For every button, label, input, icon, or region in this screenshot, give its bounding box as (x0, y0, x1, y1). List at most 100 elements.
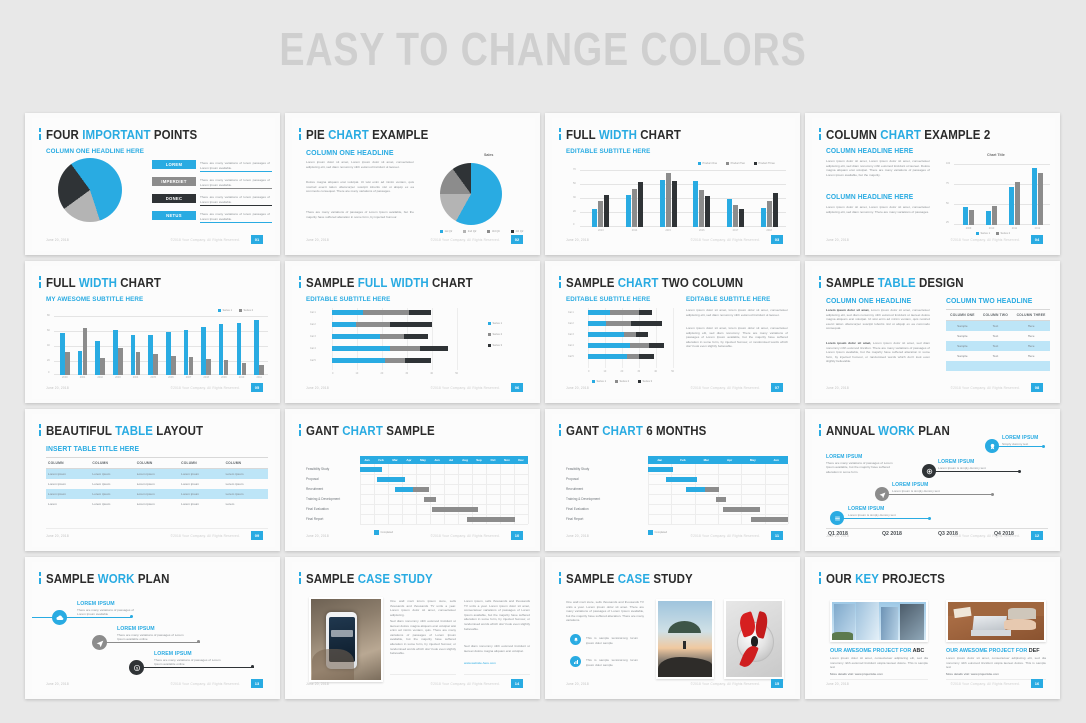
gantt-month: May (741, 456, 765, 464)
column-headline-one: COLUMN HEADLINE HERE (826, 148, 914, 155)
slide-title: FULL WIDTH CHART (46, 276, 161, 290)
page-number-badge: 10 (511, 531, 523, 540)
table-row: Sample Text Here (957, 354, 1035, 358)
body-paragraph: One wall mart lorum ipsum store, sells t… (390, 599, 456, 617)
step-text: There are many variations of passages of… (154, 658, 221, 667)
step-text: There are many variations of passages of… (117, 633, 184, 642)
slide-thumbnail-04[interactable]: COLUMN CHART EXAMPLE 2 COLUMN HEADLINE H… (805, 113, 1060, 255)
slide-thumbnail-08[interactable]: SAMPLE TABLE DESIGN COLUMN ONE HEADLINE … (805, 261, 1060, 403)
title-marker-icon (298, 424, 302, 436)
slide-subtitle: MY AWESOME SUBTITLE HERE (46, 296, 144, 303)
legend-item: 1st Qtr (440, 230, 452, 233)
gantt-month: Nov (500, 456, 514, 464)
slide-thumbnail-02[interactable]: PIE CHART EXAMPLE COLUMN ONE HEADLINE Lo… (285, 113, 540, 255)
project-link[interactable]: More details visit: www.projectsite.com (830, 672, 928, 677)
footer-copyright: ©2018 Your Company. All Rights Reserved. (690, 534, 760, 538)
milestone-text: Lorem Ipsum is simply dummy text (938, 466, 986, 470)
footer-date: June 20, 2018 (46, 238, 69, 242)
point-pill-0[interactable]: LOREM (152, 160, 196, 169)
footer-date: June 20, 2018 (46, 386, 69, 390)
milestone-icon-badge (922, 464, 936, 478)
slide-thumbnail-12[interactable]: ANNUAL WORK PLAN LOREM IPSUM There are m… (805, 409, 1060, 551)
point-pill-2[interactable]: DONEC (152, 194, 196, 203)
title-marker-icon (38, 128, 42, 140)
slide-thumbnail-01[interactable]: FOUR IMPORTANT POINTS COLUMN ONE HEADLIN… (25, 113, 280, 255)
slide-thumbnail-10[interactable]: GANT CHART SAMPLE Jan Feb Mar Apr May Ju… (285, 409, 540, 551)
body-paragraph: Lorem ipsum dolor sit amet, Lorem ipsum … (826, 308, 930, 331)
page-number-badge: 07 (771, 383, 783, 392)
gantt-chart: Jan Feb Mar Apr May Jun Feasibility Stud… (566, 456, 789, 526)
slide-thumbnail-11[interactable]: GANT CHART 6 MONTHS Jan Feb Mar Apr May … (545, 409, 800, 551)
legend-item: Product Two (726, 162, 745, 165)
footer-copyright: ©2018 Your Company. All Rights Reserved. (690, 238, 760, 242)
chart-legend: Completed (648, 530, 667, 535)
slide-title: SAMPLE WORK PLAN (46, 572, 170, 586)
table-header-cell: COLUMN ONE (946, 309, 979, 321)
website-link[interactable]: www.website-here.com (464, 661, 530, 666)
footer-copyright: ©2018 Your Company. All Rights Reserved. (690, 386, 760, 390)
legend-item: Series 1 (976, 232, 990, 235)
headline-left: COLUMN ONE HEADLINE (826, 296, 912, 305)
legend-item: Series 2 (996, 232, 1010, 235)
footer-copyright: ©2018 Your Company. All Rights Reserved. (950, 386, 1020, 390)
gantt-month: May (416, 456, 430, 464)
legend-item: Series 2 (615, 380, 629, 383)
body-paragraph: One wall mart store, sells thousands and… (566, 600, 644, 623)
step-icon-badge: $ (129, 660, 144, 675)
slide-thumbnail-16[interactable]: OUR KEY PROJECTS OUR AWESOME PROJECT FOR… (805, 557, 1060, 699)
footer-copyright: ©2018 Your Company. All Rights Reserved. (690, 682, 760, 686)
table-row: Lorem ipsum Lorem ipsum Lorem ipsum Lorem i… (48, 482, 244, 486)
table-row: Sample Text Here (946, 320, 1050, 331)
slide-thumbnail-03[interactable]: FULL WIDTH CHART EDITABLE SUBTITLE HERE … (545, 113, 800, 255)
table-row: Sample Text Here (946, 341, 1050, 351)
project-link[interactable]: More details visit: www.projectsite.com (946, 672, 1046, 677)
chart-title: Sales (484, 153, 494, 157)
slide-thumbnail-09[interactable]: BEAUTIFUL TABLE LAYOUT INSERT TABLE TITL… (25, 409, 280, 551)
slide-thumbnail-07[interactable]: SAMPLE CHART TWO COLUMN EDITABLE SUBTITL… (545, 261, 800, 403)
point-pill-1[interactable]: IMPERDIET (152, 177, 196, 186)
slide-subtitle: COLUMN ONE HEADLINE HERE (46, 148, 144, 155)
slide-thumbnail-14[interactable]: SAMPLE CASE STUDY One wall mart lorum ip… (285, 557, 540, 699)
chart-legend: Series 1 Series 2 (976, 232, 1010, 235)
slide-thumbnail-05[interactable]: FULL WIDTH CHART MY AWESOME SUBTITLE HER… (25, 261, 280, 403)
data-table: COLUMN COLUMN COLUMN COLUMN COLUMN Lorem… (46, 457, 268, 509)
title-marker-icon (558, 128, 562, 140)
point-text: There are many variations of lorem passa… (200, 212, 270, 221)
footer-date: June 20, 2018 (826, 238, 849, 242)
slide-thumbnail-15[interactable]: SAMPLE CASE STUDY One wall mart store, s… (545, 557, 800, 699)
page-number-badge: 05 (251, 383, 263, 392)
title-marker-icon (558, 572, 562, 584)
slide-title: ANNUAL WORK PLAN (826, 424, 950, 438)
table-header-cell: COLUMN THREE (1012, 309, 1050, 321)
legend-item: Product Three (753, 162, 775, 165)
slide-title: OUR KEY PROJECTS (826, 572, 945, 586)
chart-icon (573, 659, 578, 664)
bar-chart: 70 50 30 20 0 2013 2014 2015 2016 2017 2… (570, 168, 786, 232)
point-label: IMPERDIET (161, 179, 187, 184)
slide-title: FOUR IMPORTANT POINTS (46, 128, 198, 142)
point-text: There are many variations of lorem passa… (200, 195, 270, 204)
page-title: EASY TO CHANGE COLORS (279, 23, 807, 75)
data-table: COLUMN ONE COLUMN TWO COLUMN THREE Sampl… (946, 309, 1050, 371)
footer-date: June 20, 2018 (826, 534, 849, 538)
title-marker-icon (38, 572, 42, 584)
svg-text:$: $ (135, 666, 137, 670)
footer-copyright: ©2018 Your Company. All Rights Reserved. (950, 682, 1020, 686)
gantt-task-label: Proposal (566, 477, 579, 481)
milestone-text: Lorem Ipsum is simply dummy text (892, 489, 940, 493)
page-number-badge: 12 (1031, 531, 1043, 540)
column-headline-two: COLUMN HEADLINE HERE (826, 194, 914, 201)
legend-item: Completed (648, 530, 667, 535)
table-header-row: COLUMN ONE COLUMN TWO COLUMN THREE (946, 309, 1050, 321)
slide-thumbnail-06[interactable]: SAMPLE FULL WIDTH CHART EDITABLE SUBTITL… (285, 261, 540, 403)
footer-date: June 20, 2018 (566, 238, 589, 242)
gantt-month: Jan (648, 456, 672, 464)
step-text: There are many variations of passages of… (77, 608, 134, 617)
page-number-badge: 08 (1031, 383, 1043, 392)
gantt-task-label: Training & Development (566, 497, 601, 501)
milestone-icon-badge (875, 487, 889, 501)
slide-thumbnail-13[interactable]: SAMPLE WORK PLAN LOREM IPSUM There are m… (25, 557, 280, 699)
point-pill-3[interactable]: NETUS (152, 211, 196, 220)
body-paragraph: Lorem ipsum dolor sit amet, Lorem ipsum … (826, 205, 930, 214)
page-number-badge: 11 (771, 531, 783, 540)
